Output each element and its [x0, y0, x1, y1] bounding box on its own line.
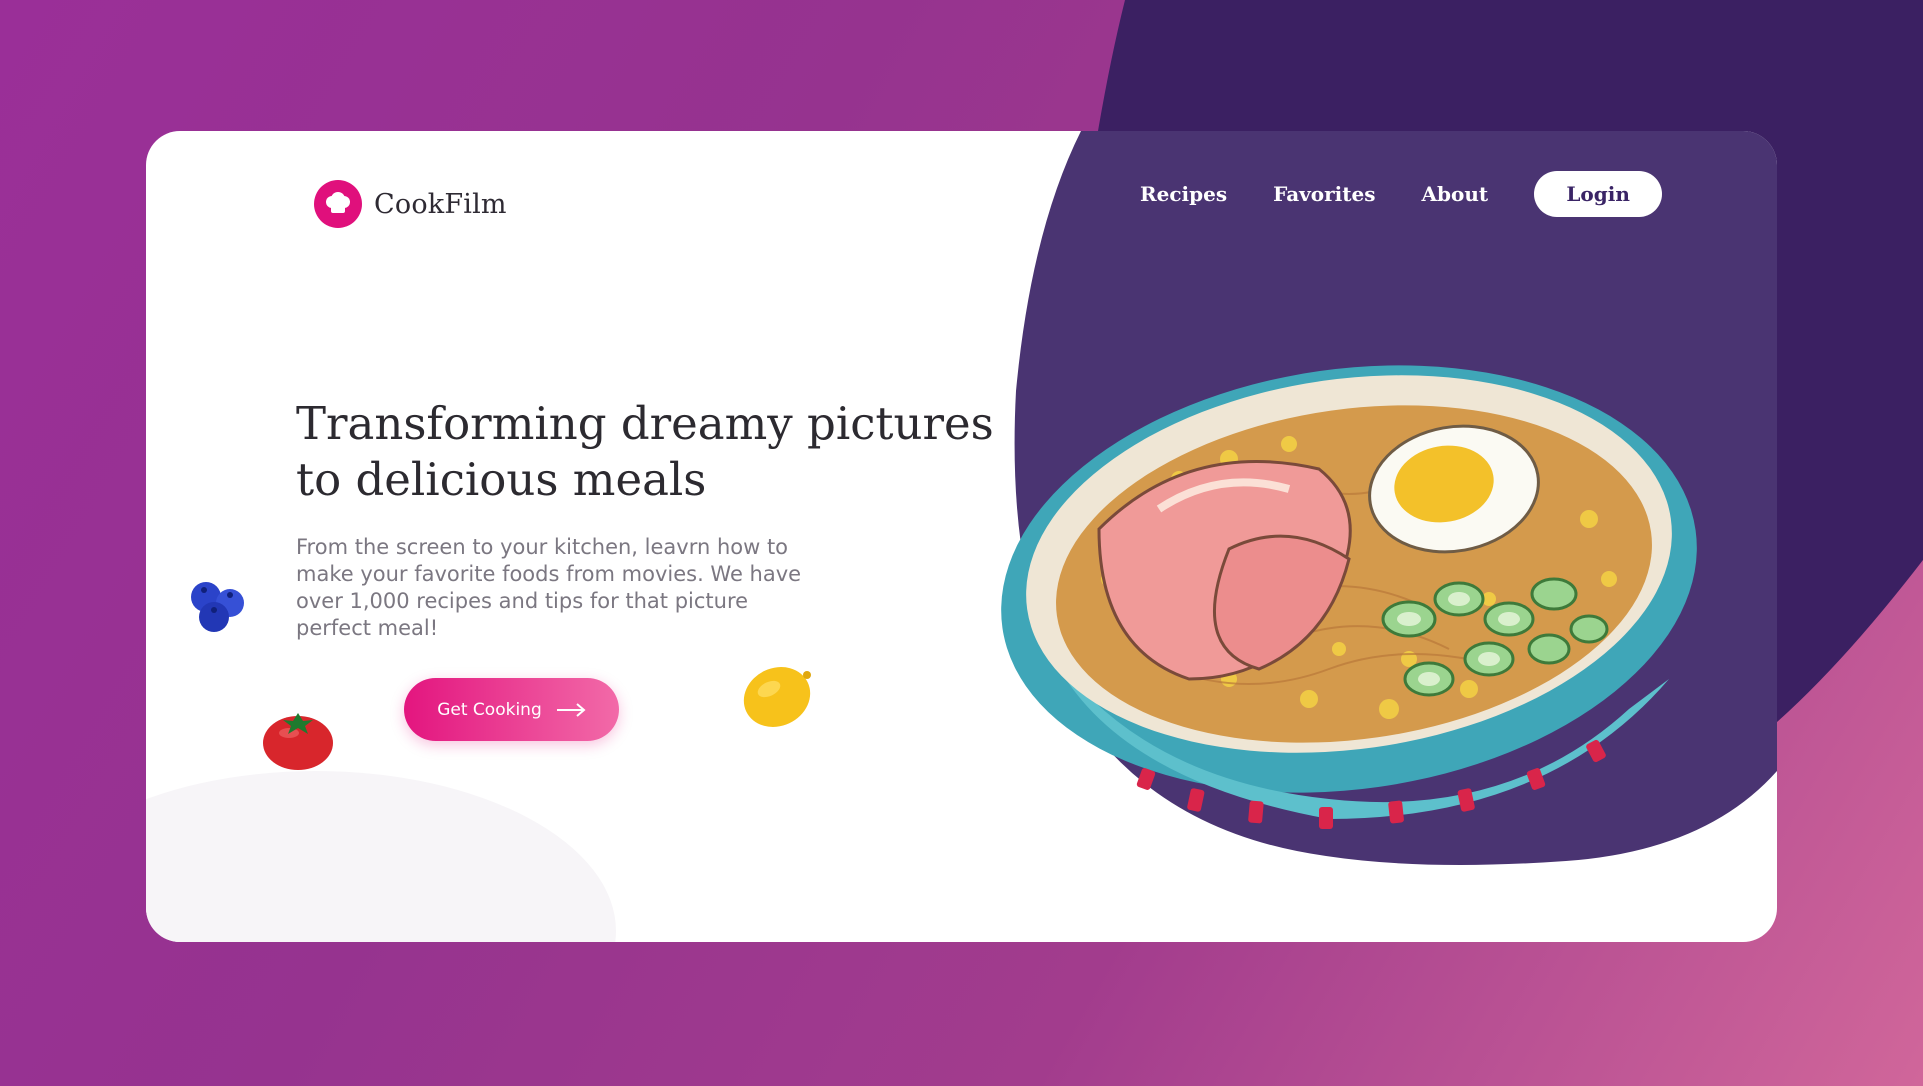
main-nav: Recipes Favorites About Login: [1140, 171, 1663, 217]
ramen-bowl-illustration: [1001, 365, 1697, 829]
hero-headline-line-1: Transforming dreamy pictures: [296, 397, 994, 450]
arrow-right-icon: [556, 702, 586, 717]
brand-logo[interactable]: CookFilm: [314, 180, 507, 228]
nav-link-favorites[interactable]: Favorites: [1273, 182, 1375, 206]
tomato-icon: [263, 713, 333, 770]
login-button[interactable]: Login: [1534, 171, 1663, 217]
brand-name: CookFilm: [374, 188, 507, 220]
blueberries-icon: [191, 582, 244, 632]
get-cooking-label: Get Cooking: [437, 699, 542, 720]
hero-headline-line-2: to delicious meals: [296, 453, 707, 506]
lemon-icon: [743, 667, 811, 727]
chef-hat-icon: [314, 180, 362, 228]
hero-headline: Transforming dreamy pictures to deliciou…: [296, 396, 996, 508]
nav-link-recipes[interactable]: Recipes: [1140, 182, 1227, 206]
hero-subtext: From the screen to your kitchen, leavrn …: [296, 535, 802, 640]
nav-link-about[interactable]: About: [1421, 182, 1488, 206]
hero-card: CookFilm Recipes Favorites About Login T…: [146, 131, 1777, 942]
get-cooking-button[interactable]: Get Cooking: [404, 678, 619, 741]
